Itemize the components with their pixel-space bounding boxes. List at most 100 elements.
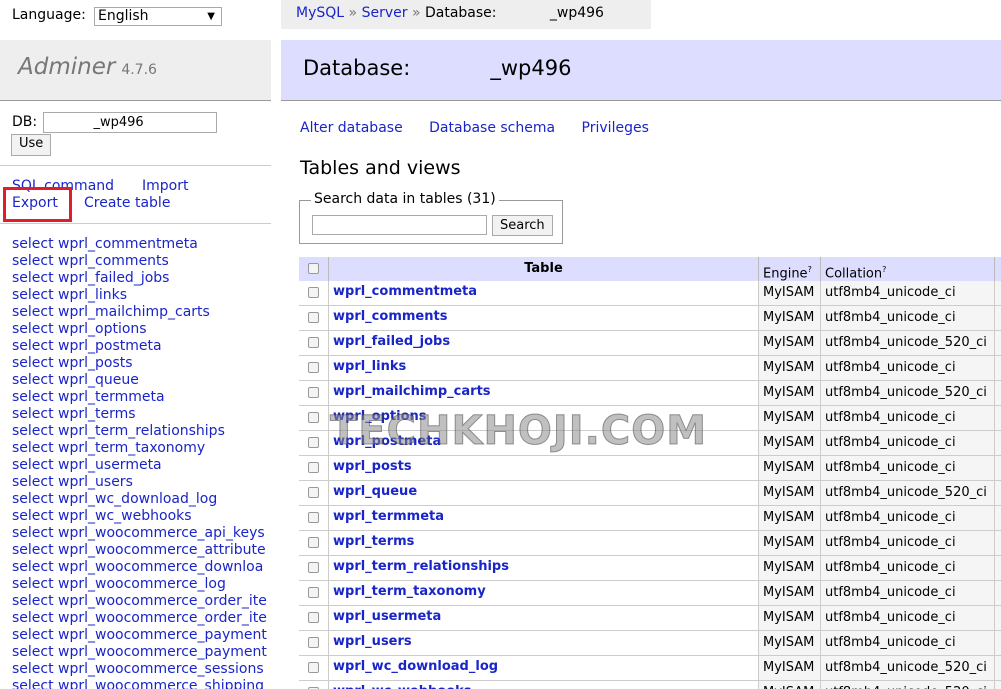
sidebar-table-link[interactable]: select wprl_woocommerce_downloa: [12, 559, 271, 576]
table-row: wprl_term_relationships MyISAM utf8mb4_uni…: [299, 556, 1001, 581]
row-checkbox[interactable]: [308, 662, 319, 673]
table-name-cell: wprl_terms: [329, 531, 759, 555]
sidebar-table-link[interactable]: select wprl_wc_download_log: [12, 491, 271, 508]
sidebar-table-link[interactable]: select wprl_queue: [12, 372, 271, 389]
sidebar-table-link[interactable]: select wprl_woocommerce_shipping: [12, 678, 271, 689]
help-mark[interactable]: ?: [808, 265, 812, 274]
table-name-link[interactable]: wprl_term_relationships: [333, 559, 509, 574]
sidebar-table-link[interactable]: select wprl_links: [12, 287, 271, 304]
sidebar-table-link[interactable]: select wprl_usermeta: [12, 457, 271, 474]
header-engine[interactable]: Engine?: [759, 257, 821, 281]
sidebar-table-link[interactable]: select wprl_failed_jobs: [12, 270, 271, 287]
sidebar-table-link[interactable]: select wprl_termmeta: [12, 389, 271, 406]
collation-cell: utf8mb4_unicode_ci: [821, 281, 995, 305]
table-row: wprl_options MyISAM utf8mb4_unicode_ci: [299, 406, 1001, 431]
db-select[interactable]: _wp496: [43, 112, 217, 133]
database-schema-link[interactable]: Database schema: [429, 120, 555, 136]
sidebar-table-link[interactable]: select wprl_woocommerce_order_ite: [12, 593, 271, 610]
alter-database-link[interactable]: Alter database: [300, 120, 403, 136]
sidebar-table-link[interactable]: select wprl_woocommerce_payment: [12, 644, 271, 661]
row-checkbox[interactable]: [308, 637, 319, 648]
table-name-link[interactable]: wprl_queue: [333, 484, 417, 499]
sidebar-table-link[interactable]: select wprl_term_taxonomy: [12, 440, 271, 457]
table-name-cell: wprl_postmeta: [329, 431, 759, 455]
row-select-cell: [299, 556, 329, 580]
sidebar-table-link[interactable]: select wprl_wc_webhooks: [12, 508, 271, 525]
header-table[interactable]: Table: [329, 257, 759, 281]
sidebar-table-link[interactable]: select wprl_woocommerce_attribute: [12, 542, 271, 559]
table-name-link[interactable]: wprl_termmeta: [333, 509, 444, 524]
table-name-link[interactable]: wprl_links: [333, 359, 406, 374]
table-name-link[interactable]: wprl_posts: [333, 459, 412, 474]
row-checkbox[interactable]: [308, 312, 319, 323]
table-name-link[interactable]: wprl_terms: [333, 534, 414, 549]
row-checkbox[interactable]: [308, 487, 319, 498]
sidebar-table-link[interactable]: select wprl_woocommerce_sessions: [12, 661, 271, 678]
sidebar-table-link[interactable]: select wprl_woocommerce_api_keys: [12, 525, 271, 542]
select-all-checkbox[interactable]: [308, 263, 319, 274]
engine-value: MyISAM: [763, 310, 815, 325]
table-row: wprl_wc_webhooks MyISAM utf8mb4_unicode_52…: [299, 681, 1001, 689]
sidebar-table-link[interactable]: select wprl_users: [12, 474, 271, 491]
table-name-link[interactable]: wprl_options: [333, 409, 427, 424]
breadcrumb-mysql[interactable]: MySQL: [296, 5, 344, 21]
privileges-link[interactable]: Privileges: [582, 120, 649, 136]
row-checkbox[interactable]: [308, 362, 319, 373]
import-link[interactable]: Import: [142, 178, 188, 194]
row-checkbox[interactable]: [308, 287, 319, 298]
row-checkbox[interactable]: [308, 337, 319, 348]
search-button[interactable]: Search: [492, 215, 553, 236]
collation-cell: utf8mb4_unicode_ci: [821, 606, 995, 630]
sidebar-table-link[interactable]: select wprl_term_relationships: [12, 423, 271, 440]
row-checkbox[interactable]: [308, 587, 319, 598]
sidebar-table-link[interactable]: select wprl_comments: [12, 253, 271, 270]
sidebar-table-link[interactable]: select wprl_woocommerce_log: [12, 576, 271, 593]
sidebar-table-link[interactable]: select wprl_commentmeta: [12, 236, 271, 253]
row-checkbox[interactable]: [308, 412, 319, 423]
more-cell: [995, 531, 1001, 555]
breadcrumb: MySQL » Server » Database: _wp496: [281, 0, 651, 29]
help-mark[interactable]: ?: [882, 265, 886, 274]
row-select-cell: [299, 656, 329, 680]
table-name-link[interactable]: wprl_mailchimp_carts: [333, 384, 491, 399]
row-checkbox[interactable]: [308, 512, 319, 523]
row-checkbox[interactable]: [308, 387, 319, 398]
row-select-cell: [299, 606, 329, 630]
language-select[interactable]: English ▼: [94, 7, 222, 26]
breadcrumb-server[interactable]: Server: [362, 5, 408, 21]
collation-cell: utf8mb4_unicode_ci: [821, 431, 995, 455]
table-name-link[interactable]: wprl_wc_webhooks: [333, 684, 472, 689]
row-checkbox[interactable]: [308, 612, 319, 623]
table-name-link[interactable]: wprl_postmeta: [333, 434, 441, 449]
collation-cell: utf8mb4_unicode_ci: [821, 581, 995, 605]
sidebar-table-link[interactable]: select wprl_options: [12, 321, 271, 338]
row-select-cell: [299, 331, 329, 355]
table-name-link[interactable]: wprl_comments: [333, 309, 447, 324]
table-name-link[interactable]: wprl_failed_jobs: [333, 334, 450, 349]
table-name-link[interactable]: wprl_wc_download_log: [333, 659, 498, 674]
sidebar-table-link[interactable]: select wprl_posts: [12, 355, 271, 372]
collation-value: utf8mb4_unicode_ci: [825, 560, 956, 575]
more-cell: [995, 506, 1001, 530]
brand-logo[interactable]: Adminer 4.7.6: [18, 54, 157, 80]
sidebar-table-link[interactable]: select wprl_terms: [12, 406, 271, 423]
collation-value: utf8mb4_unicode_520_ci: [825, 485, 987, 500]
row-checkbox[interactable]: [308, 437, 319, 448]
table-name-link[interactable]: wprl_term_taxonomy: [333, 584, 486, 599]
sidebar-table-link[interactable]: select wprl_postmeta: [12, 338, 271, 355]
row-checkbox[interactable]: [308, 462, 319, 473]
row-checkbox[interactable]: [308, 537, 319, 548]
table-name-link[interactable]: wprl_usermeta: [333, 609, 441, 624]
table-name-link[interactable]: wprl_commentmeta: [333, 284, 477, 299]
use-button[interactable]: Use: [11, 134, 52, 156]
create-table-link[interactable]: Create table: [84, 195, 170, 211]
row-select-cell: [299, 531, 329, 555]
search-input[interactable]: [312, 215, 487, 235]
header-collation[interactable]: Collation?: [821, 257, 995, 281]
sidebar-table-link[interactable]: select wprl_woocommerce_payment: [12, 627, 271, 644]
row-checkbox[interactable]: [308, 562, 319, 573]
table-name-link[interactable]: wprl_users: [333, 634, 412, 649]
engine-cell: MyISAM: [759, 606, 821, 630]
sidebar-table-link[interactable]: select wprl_woocommerce_order_ite: [12, 610, 271, 627]
sidebar-table-link[interactable]: select wprl_mailchimp_carts: [12, 304, 271, 321]
